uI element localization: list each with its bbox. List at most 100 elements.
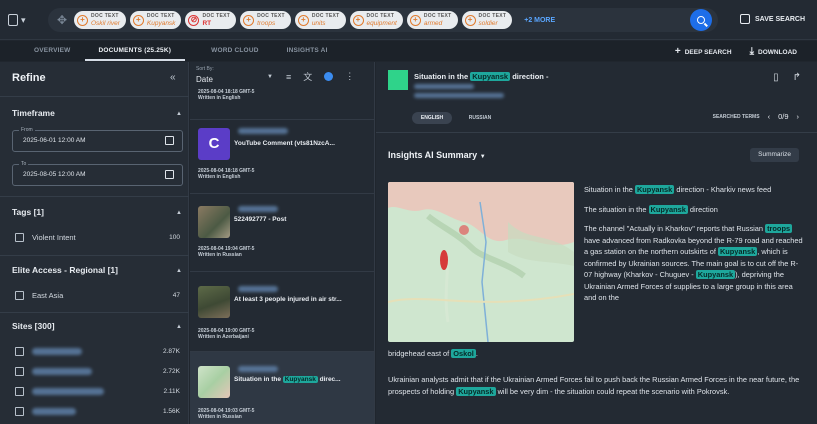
sort-by-label: Sort By: [196,66,214,72]
collapse-caret-icon[interactable]: ▲ [176,268,182,274]
tab-insights-ai[interactable]: INSIGHTS AI [273,41,342,61]
query-chip[interactable]: + DOC TEXT armed [406,11,458,29]
to-value: 2025-08-05 12:00 AM [23,171,86,178]
save-search-button[interactable]: SAVE SEARCH [740,14,805,24]
include-icon: + [352,14,364,26]
sort-order-icon[interactable]: ≡ [286,72,291,82]
include-icon: + [297,14,309,26]
status-dot-icon[interactable] [324,72,334,81]
from-value: 2025-06-01 12:00 AM [23,137,86,144]
summary-text-span: The channel "Actually in Kharkov" report… [584,224,766,233]
site-checkbox-row[interactable]: 2.72K [15,365,180,377]
summarize-button[interactable]: Summarize [750,148,799,162]
query-chip[interactable]: + DOC TEXT soldier [461,11,513,29]
chip-type: DOC TEXT [146,13,175,19]
share-icon[interactable]: ↱ [793,72,801,83]
filter-count: 2.87K [163,347,180,355]
site-checkbox-row[interactable]: 1.56K [15,405,180,417]
bookmark-icon[interactable]: ▯ [773,72,779,83]
title-text: Situation in the [234,376,283,383]
more-chips-link[interactable]: +2 MORE [524,17,555,24]
tab-documents[interactable]: DOCUMENTS (25.25K) [84,41,186,61]
summary-title: Insights AI Summary [388,150,478,160]
list-item-selected[interactable]: Situation in the Kupyansk direc... 2025-… [190,352,374,424]
keyword-highlight: Kupyansk [648,204,688,214]
next-term-icon[interactable]: › [797,112,800,121]
redacted-site-name [32,387,104,395]
query-chip[interactable]: + DOC TEXT troops [240,11,291,29]
checkbox[interactable] [15,386,24,396]
chip-value: units [311,20,326,27]
calendar-icon[interactable] [165,170,174,179]
checkbox[interactable] [15,232,24,242]
tags-heading: Tags [1] [12,207,44,217]
keyword-highlight: Kupyansk [282,376,318,383]
save-icon [740,14,750,24]
list-item[interactable]: At least 3 people injured in air str... … [190,272,374,352]
query-chip[interactable]: + DOC TEXT Kupyansk [129,11,182,29]
query-chip[interactable]: + DOC TEXT equipment [349,11,403,29]
collapse-caret-icon[interactable]: ▲ [176,111,182,117]
drag-handle-icon[interactable]: ✥ [54,12,70,28]
calendar-icon[interactable] [165,136,174,145]
filter-checkbox-row[interactable]: East Asia 47 [15,289,180,301]
query-chip[interactable]: + DOC TEXT units [294,11,346,29]
query-chip-excluded[interactable]: ⊘ DOC TEXT RT [185,11,237,29]
list-item[interactable]: 522492777 - Post 2025-08-04 19:04 GMT-5 W… [190,194,374,272]
translate-icon[interactable]: 文 [303,70,312,83]
refine-sidebar: Refine « Timeframe ▲ From 2025-06-01 12:… [0,62,189,424]
searched-terms-label: SEARCHED TERMS [712,113,760,120]
chip-type: DOC TEXT [202,13,231,19]
list-item[interactable]: C YouTube Comment (vts81NzcA... 2025-08-… [190,120,374,194]
deep-search-button[interactable]: + DEEP SEARCH [675,46,732,57]
document-menu-button[interactable]: ▾ [8,10,44,30]
summary-text: bridgehead east of Oskol. [388,348,806,360]
checkbox[interactable] [15,346,24,356]
source-logo [388,70,408,90]
to-label: To [19,160,29,168]
collapse-sidebar-icon[interactable]: « [170,72,176,83]
chip-value: RT [202,20,212,27]
tab-word-cloud[interactable]: WORD CLOUD [197,41,273,61]
download-button[interactable]: ⤓ DOWNLOAD [750,46,797,57]
more-options-icon[interactable]: ⋮ [345,71,354,82]
checkbox[interactable] [15,290,24,300]
filter-count: 47 [172,291,180,299]
chip-type: DOC TEXT [311,13,340,19]
language-toggle-english[interactable]: ENGLISH [412,112,452,124]
include-icon: + [243,14,255,26]
keyword-highlight: troops [765,224,793,233]
prev-term-icon[interactable]: ‹ [768,112,771,121]
query-chip[interactable]: + DOC TEXT Oskil river [74,11,126,29]
checkbox[interactable] [15,406,24,416]
list-item[interactable]: 2025-08-04 18:18 GMT-5 Written in English [190,86,374,120]
sort-select[interactable]: Date [196,75,213,84]
language-toggle-russian[interactable]: RUSSIAN [460,112,500,124]
exclude-icon: ⊘ [188,14,200,26]
chevron-down-icon[interactable]: ▼ [267,74,273,80]
redacted-source [238,206,278,212]
summary-text-span: The situation in the [584,204,649,214]
keyword-highlight: Oskol [451,349,476,358]
document-reader: Situation in the Kupyansk direction - ▯ … [376,62,817,424]
collapse-caret-icon[interactable]: ▲ [176,324,182,330]
site-checkbox-row[interactable]: 2.87K [15,345,180,357]
searched-terms-nav: SEARCHED TERMS ‹ 0/9 › [713,112,799,121]
filter-checkbox-row[interactable]: Violent Intent 100 [15,231,180,243]
search-query-bar[interactable]: ✥ + DOC TEXT Oskil river + DOC TEXT Kupyansk… [48,8,718,32]
tab-overview[interactable]: OVERVIEW [20,41,85,61]
keyword-highlight: Kupyansk [695,270,736,279]
chip-type: DOC TEXT [478,13,507,19]
title-text: Situation in the [414,72,471,81]
checkbox[interactable] [15,366,24,376]
include-icon: + [77,14,88,26]
redacted-source [238,128,288,134]
collapse-caret-icon[interactable]: ▲ [176,210,182,216]
summary-text: Ukrainian analysts admit that if the Ukr… [388,374,806,397]
search-button[interactable] [690,9,712,31]
site-checkbox-row[interactable]: 2.11K [15,385,180,397]
keyword-highlight: Kupyansk [456,386,496,396]
to-date-input[interactable]: To 2025-08-05 12:00 AM [12,160,183,186]
insights-ai-summary-dropdown[interactable]: Insights AI Summary ▼ [388,150,486,160]
from-date-input[interactable]: From 2025-06-01 12:00 AM [12,126,183,152]
